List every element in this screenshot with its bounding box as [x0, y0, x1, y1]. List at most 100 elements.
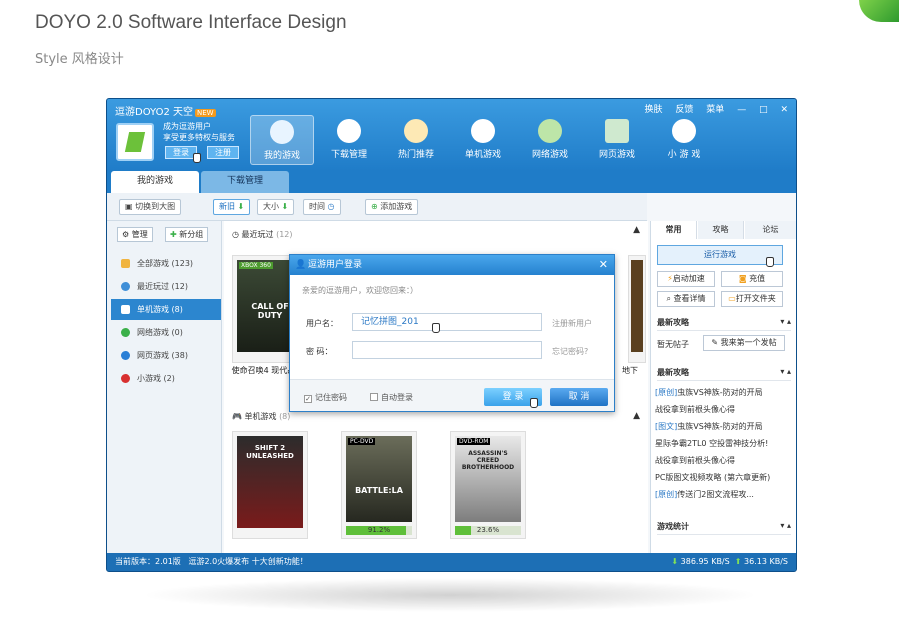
game-card-partial[interactable] — [628, 255, 646, 363]
guide-tag: [图文] — [655, 422, 678, 431]
skin-link[interactable]: 换肤 — [645, 105, 663, 115]
recharge-button[interactable]: ◙ 充值 — [721, 271, 783, 287]
latest-guides-header: 最新攻略 ▾ ▴ — [657, 317, 791, 331]
joystick-icon — [121, 374, 130, 383]
collapse-arrow-icon[interactable]: ▲ — [633, 225, 640, 235]
username-field[interactable]: 记忆拼图_201 — [352, 313, 542, 331]
login-dialog: 👤 逗游用户登录 ✕ 亲爱的逗游用户，欢迎您回来：） 用户名： 记忆拼图_201 注… — [289, 254, 615, 412]
plus-icon: ✚ — [170, 230, 180, 239]
sidebar-item-mini[interactable]: 小游戏 (2) — [111, 368, 221, 389]
guide-text: 战役拿到前根头像心得 — [655, 456, 735, 465]
register-link[interactable]: 注册新用户 — [552, 318, 592, 329]
nav-web[interactable]: 网页游戏 — [585, 115, 649, 165]
section-single: 🎮 单机游戏 (8) — [232, 411, 290, 422]
sidebar-item-single[interactable]: 单机游戏 (8) — [111, 299, 221, 320]
news-link[interactable]: 逗游2.0火爆发布 十大创新功能！ — [188, 557, 307, 566]
hand-cursor-icon — [766, 257, 774, 267]
plus-icon: ⊕ — [371, 202, 381, 211]
sidebar-item-online[interactable]: 网络游戏 (0) — [111, 322, 221, 343]
menu-link[interactable]: 菜单 — [706, 105, 724, 115]
close-icon[interactable]: ✕ — [599, 255, 608, 275]
first-post-button[interactable]: ✎ 我来第一个发帖 — [703, 335, 785, 351]
tab-downloads[interactable]: 下载管理 — [201, 171, 289, 193]
sidebar: ⚙ 管理 ✚ 新分组 全部游戏 (123) 最近玩过 (12) 单机游戏 (8)… — [107, 221, 222, 553]
sidebar-item-label: 网页游戏 (38) — [137, 351, 188, 360]
close-icon[interactable]: ✕ — [780, 105, 788, 115]
details-button[interactable]: ⌕ 查看详情 — [657, 291, 715, 307]
register-button[interactable]: 注册 — [207, 146, 239, 159]
sort-size-button[interactable]: 大小 ⬇ — [257, 199, 295, 215]
progress-label: 91.2% — [367, 526, 391, 534]
guide-text: PC版图文视频攻略 (第六章更新) — [655, 473, 771, 482]
sidebar-item-all[interactable]: 全部游戏 (123) — [111, 253, 221, 274]
guide-link[interactable]: 战役拿到前根头像心得 — [655, 404, 793, 415]
platform-badge: XBOX 360 — [239, 262, 273, 269]
guide-link[interactable]: [原创]传送门2图文流程攻... — [655, 489, 793, 500]
download-speed: 386.95 KB/S — [680, 557, 730, 566]
game-card-assassins[interactable]: DVD-ROM ASSASSIN'S CREED BROTHERHOOD 23.… — [450, 431, 526, 539]
open-folder-button[interactable]: ▭打开文件夹 — [721, 291, 783, 307]
collapse-icons[interactable]: ▾ ▴ — [780, 367, 791, 376]
dialog-titlebar: 👤 逗游用户登录 ✕ — [290, 255, 614, 275]
nav-my-games[interactable]: 我的游戏 — [250, 115, 314, 165]
collapse-arrow-icon[interactable]: ▲ — [633, 411, 640, 421]
globe-icon — [538, 119, 562, 143]
remember-checkbox[interactable]: ✓ 记住密码 — [304, 392, 347, 403]
maximize-icon[interactable]: □ — [759, 105, 768, 115]
nav-label: 网络游戏 — [531, 150, 568, 160]
gamepad-icon — [471, 119, 495, 143]
welcome-text: 亲爱的逗游用户，欢迎您回来：） — [302, 286, 418, 295]
avatar[interactable] — [116, 123, 154, 161]
clock-icon: ◷ — [232, 230, 242, 239]
guide-link[interactable]: [图文]虫族VS神族-防对的开局 — [655, 421, 793, 432]
sidebar-item-web[interactable]: 网页游戏 (38) — [111, 345, 221, 366]
tab-guides[interactable]: 攻略 — [698, 221, 744, 239]
password-field[interactable] — [352, 341, 542, 359]
dialog-cancel-button[interactable]: 取 消 — [550, 388, 608, 406]
nav-single[interactable]: 单机游戏 — [451, 115, 515, 165]
sort-new-button[interactable]: 新旧 ⬇ — [213, 199, 251, 215]
collapse-icons[interactable]: ▾ ▴ — [780, 317, 791, 326]
switch-view-button[interactable]: ▣ 切换到大图 — [119, 199, 182, 215]
system-links: 换肤 反馈 菜单 — □ ✕ — [635, 102, 788, 115]
dialog-title: 逗游用户登录 — [308, 260, 363, 270]
tab-my-games[interactable]: 我的游戏 — [111, 171, 199, 193]
game-card-battle-la[interactable]: PC-DVD BATTLE:LA 91.2% — [341, 431, 417, 539]
platform-badge: DVD-ROM — [457, 438, 491, 445]
auto-login-checkbox[interactable]: 自动登录 — [370, 392, 413, 403]
boost-button[interactable]: ⚡启动加速 — [657, 271, 715, 287]
password-label: 密 码： — [306, 347, 333, 356]
user-promo-line2: 享受更多特权与服务 — [163, 133, 235, 142]
new-group-button[interactable]: ✚ 新分组 — [165, 227, 209, 242]
sidebar-item-recent[interactable]: 最近玩过 (12) — [111, 276, 221, 297]
guide-link[interactable]: PC版图文视频攻略 (第六章更新) — [655, 472, 793, 483]
nav-online[interactable]: 网络游戏 — [518, 115, 582, 165]
hand-cursor-icon — [193, 153, 201, 163]
guide-link[interactable]: 战役拿到前根头像心得 — [655, 455, 793, 466]
app-name: 逗游DOYO2 — [115, 107, 170, 118]
game-card-shift2[interactable]: SHIFT 2 UNLEASHED — [232, 431, 308, 539]
sidebar-item-label: 最近玩过 (12) — [137, 282, 188, 291]
nav-download-manager[interactable]: 下载管理 — [317, 115, 381, 165]
nav-mini[interactable]: 小 游 戏 — [652, 115, 716, 165]
guide-link[interactable]: [原创]虫族VS神族-防对的开局 — [655, 387, 793, 398]
add-game-button[interactable]: ⊕ 添加游戏 — [365, 199, 419, 215]
guide-tag: [原创] — [655, 490, 678, 499]
checkbox-checked-icon: ✓ — [304, 395, 312, 403]
sort-time-button[interactable]: 时间 ◷ — [303, 199, 341, 215]
tab-forum[interactable]: 论坛 — [745, 221, 796, 239]
weather-label[interactable]: 天空 — [173, 107, 193, 118]
right-panel: 常用 攻略 论坛 运行游戏 ⚡启动加速 ◙ 充值 ⌕ 查看详情 ▭打开文件夹 最… — [650, 221, 796, 553]
feedback-link[interactable]: 反馈 — [675, 105, 693, 115]
nav-hot[interactable]: 热门推荐 — [384, 115, 448, 165]
forgot-password-link[interactable]: 忘记密码? — [552, 346, 588, 357]
gear-icon — [337, 119, 361, 143]
manage-button[interactable]: ⚙ 管理 — [117, 227, 153, 242]
speed-indicator: ⬇ 386.95 KB/S ⬆ 36.13 KB/S — [671, 553, 788, 571]
guide-link[interactable]: 星际争霸2TL0 空投雷神技分析! — [655, 438, 793, 449]
dialog-footer: ✓ 记住密码 自动登录 登 录 取 消 — [290, 379, 614, 411]
run-game-button[interactable]: 运行游戏 — [657, 245, 783, 265]
collapse-icons[interactable]: ▾ ▴ — [780, 521, 791, 530]
tab-common[interactable]: 常用 — [651, 221, 697, 239]
minimize-icon[interactable]: — — [737, 105, 746, 115]
